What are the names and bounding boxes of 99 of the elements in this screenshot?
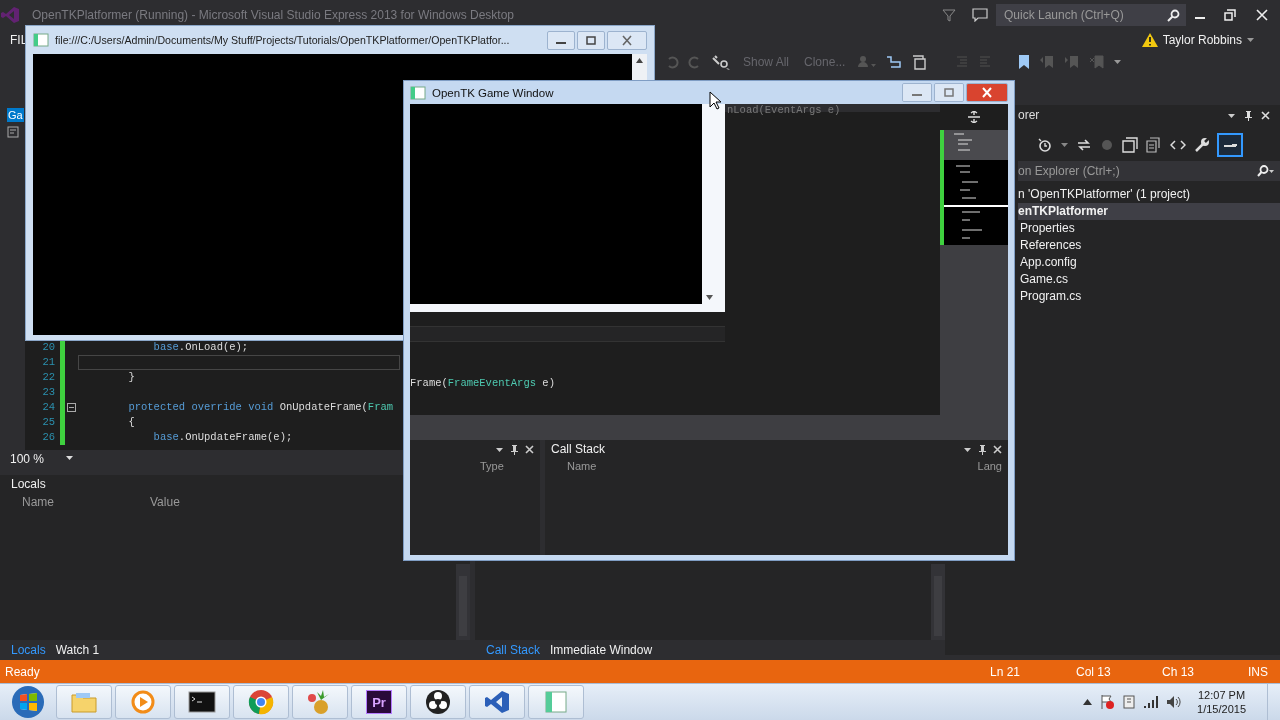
panel-title: orer <box>1018 108 1041 122</box>
sync-icon[interactable] <box>1076 138 1092 152</box>
code-line: } <box>127 370 135 385</box>
close-icon[interactable] <box>1261 110 1270 120</box>
tree-item[interactable]: n 'OpenTKPlatformer' (1 project) <box>1018 186 1280 203</box>
pin-icon[interactable] <box>1244 109 1253 121</box>
search-icon[interactable] <box>1256 165 1274 177</box>
code-line: base.OnLoad(e); <box>152 340 249 355</box>
play-icon <box>131 690 155 714</box>
taskbar-button[interactable] <box>410 685 466 719</box>
caret-icon[interactable] <box>1247 37 1254 43</box>
signal-icon[interactable] <box>1143 695 1160 709</box>
aperture-icon <box>425 689 451 715</box>
close-icon[interactable] <box>993 444 1002 454</box>
line-number: 23 <box>42 385 55 400</box>
panel-tab[interactable]: Immediate Window <box>545 641 658 659</box>
scroll-down-icon[interactable] <box>706 295 713 300</box>
clock[interactable]: 12:07 PM 1/15/2015 <box>1197 688 1246 716</box>
stack-icon[interactable] <box>911 54 928 70</box>
collapse-all-icon[interactable] <box>1122 137 1138 153</box>
show-hidden-icon[interactable] <box>1083 699 1093 705</box>
caret-icon[interactable] <box>1114 59 1122 65</box>
maximize-icon[interactable] <box>577 30 605 50</box>
tree-item[interactable]: Properties <box>1018 220 1280 237</box>
split-icon[interactable] <box>968 111 980 123</box>
tree-item[interactable]: Game.cs <box>1018 271 1280 288</box>
caret-icon <box>66 456 74 461</box>
minimize-icon[interactable] <box>547 30 575 50</box>
vs-logo-icon <box>0 5 20 25</box>
column-header: Lang <box>977 460 1003 472</box>
vs-logo-icon <box>484 689 510 715</box>
browser-icon <box>248 689 274 715</box>
line-number: 24 <box>42 400 55 415</box>
window-title: file:///C:/Users/Admin/Documents/My Stuff/Projects/Tutorials/OpenTKPlatformer/OpenTKPlatfor... <box>55 34 511 46</box>
collapse-icon[interactable] <box>67 403 76 412</box>
flag-icon[interactable] <box>1099 694 1116 710</box>
line-number: 25 <box>42 415 55 430</box>
layout-icon[interactable] <box>886 55 903 69</box>
panel-tab[interactable]: Call Stack <box>481 641 546 659</box>
code-line: Frame(FrameEventArgs e) <box>410 377 556 389</box>
status-message: Ready <box>5 664 40 679</box>
folder-icon <box>70 690 98 714</box>
column-header: Value <box>150 495 180 509</box>
history-icon[interactable] <box>1037 137 1053 153</box>
document-tab[interactable]: Ga <box>7 108 24 122</box>
panel-tab[interactable]: Watch 1 <box>50 641 105 659</box>
search-icon[interactable] <box>1167 8 1180 22</box>
bookmark-icon[interactable] <box>1018 54 1031 70</box>
code-line: base.OnUpdateFrame(e); <box>152 430 293 445</box>
wrench-icon[interactable] <box>1194 137 1210 153</box>
document-icon[interactable] <box>6 126 19 138</box>
feedback-icon[interactable] <box>972 8 988 22</box>
panel-tab[interactable]: Locals <box>6 641 51 659</box>
close-icon[interactable] <box>525 444 534 454</box>
preview-icon[interactable] <box>1218 134 1242 156</box>
warning-icon[interactable] <box>1141 33 1158 47</box>
window-icon <box>544 690 568 714</box>
code-line: protected override void OnUpdateFrame(Fram <box>127 400 394 415</box>
filter-icon[interactable] <box>942 8 956 22</box>
caret-icon[interactable] <box>1061 142 1068 148</box>
clock-date: 1/15/2015 <box>1197 702 1246 716</box>
restore-icon[interactable] <box>1224 9 1236 21</box>
tree-item[interactable]: App.config <box>1018 254 1280 271</box>
scroll-up-icon[interactable] <box>636 58 643 63</box>
status-mode: INS <box>1248 664 1269 679</box>
status-column: Col 13 <box>1076 664 1162 679</box>
window-title: OpenTKPlatformer (Running) - Microsoft Visual Studio Express 2013 for Windows Desktop <box>32 8 514 22</box>
clock-time: 12:07 PM <box>1198 688 1246 702</box>
user-name[interactable]: Taylor Robbins <box>1162 33 1242 47</box>
app-icon <box>410 85 426 100</box>
menu-item[interactable]: FIL <box>0 33 28 47</box>
panel-title: Call Stack <box>551 442 606 456</box>
line-number: 20 <box>42 340 55 355</box>
window-title: OpenTK Game Window <box>432 86 555 99</box>
tree-item[interactable]: References <box>1018 237 1280 254</box>
line-number: 26 <box>42 430 55 445</box>
line-number: 21 <box>42 355 55 370</box>
code-line: { <box>127 415 135 430</box>
files-icon[interactable] <box>1146 137 1162 153</box>
volume-icon[interactable] <box>1166 695 1183 709</box>
column-header: Name <box>567 460 597 472</box>
status-char: Ch 13 <box>1162 664 1196 679</box>
quick-launch-field[interactable]: Quick Launch (Ctrl+Q) <box>996 4 1186 26</box>
taskbar-button[interactable] <box>174 685 230 719</box>
tree-item[interactable]: enTKPlatformer <box>1018 203 1280 220</box>
tool-icon[interactable] <box>711 54 731 70</box>
panel-title: Locals <box>11 477 46 491</box>
console-icon <box>188 691 216 713</box>
code-line: nLoad(EventArgs e) <box>726 104 842 116</box>
code-icon[interactable] <box>1170 139 1186 151</box>
premiere-button[interactable]: Pr <box>351 685 407 719</box>
pin-icon[interactable] <box>978 443 987 455</box>
status-line: Ln 21 <box>990 664 1022 679</box>
pin-icon[interactable] <box>510 443 519 455</box>
line-number: 22 <box>42 370 55 385</box>
column-header: Type <box>480 460 504 472</box>
app-icon <box>33 33 49 47</box>
column-header: Name <box>22 495 55 509</box>
tree-item[interactable]: Program.cs <box>1018 288 1280 305</box>
